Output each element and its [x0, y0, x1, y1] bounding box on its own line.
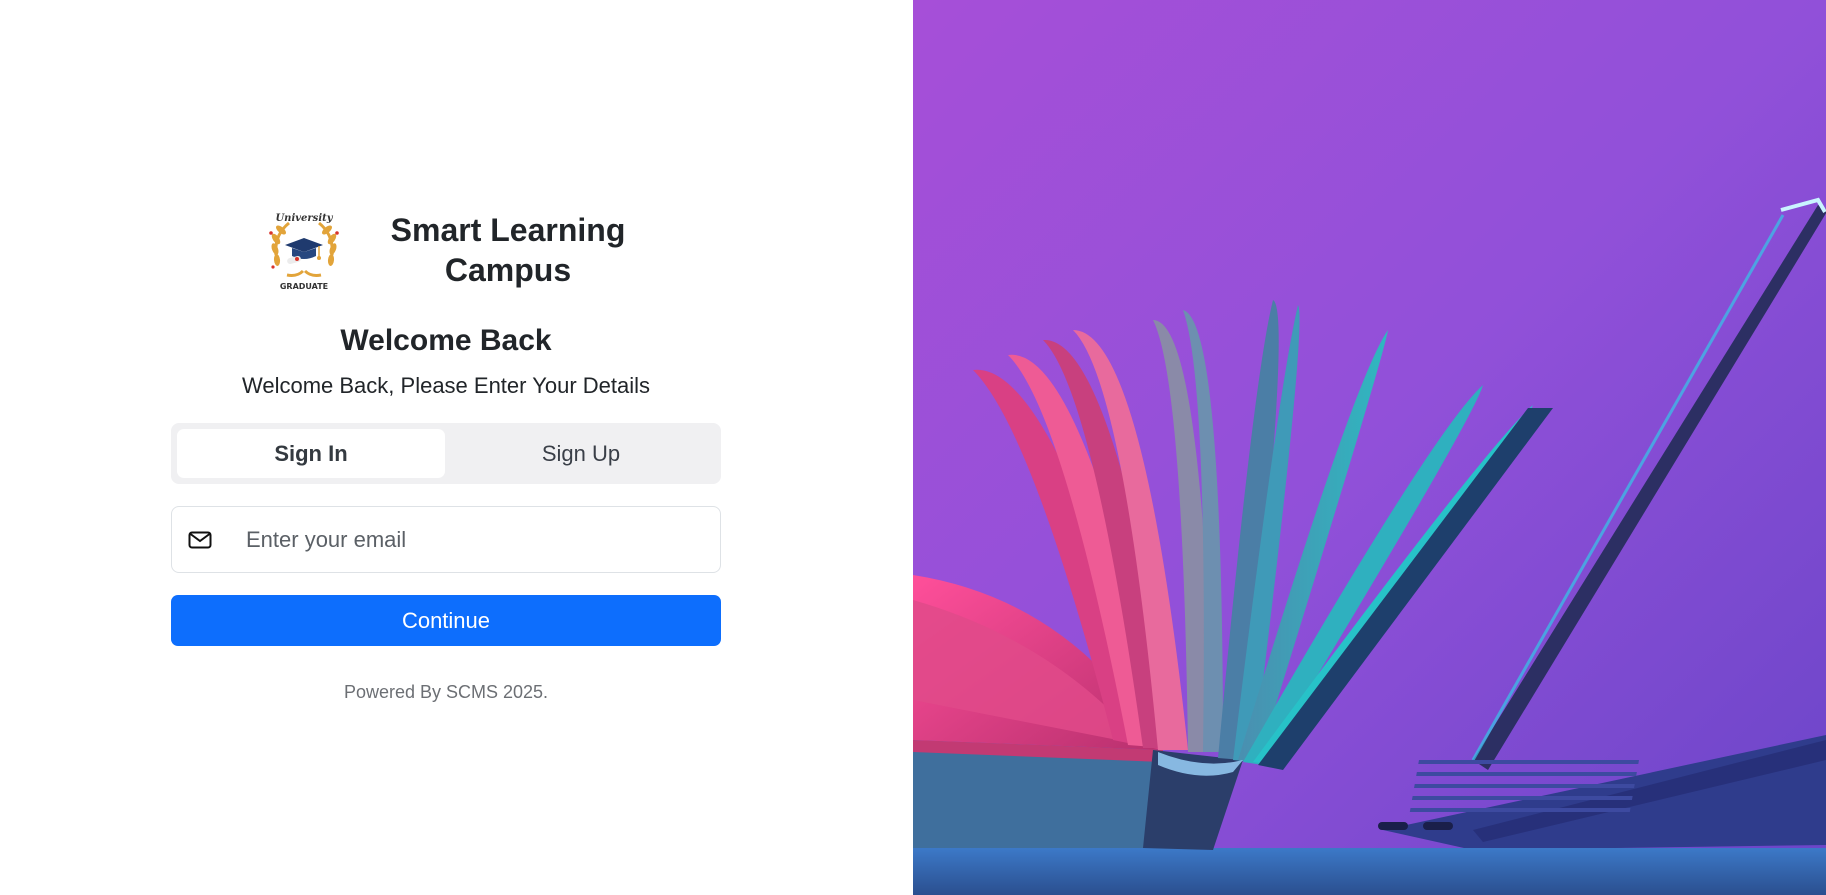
- continue-button[interactable]: Continue: [171, 595, 721, 646]
- page-title: Welcome Back: [340, 324, 552, 357]
- university-graduate-logo: University GRADUATE: [269, 213, 339, 291]
- page-subtitle: Welcome Back, Please Enter Your Details: [241, 373, 651, 398]
- logo-bottom-text: GRADUATE: [280, 282, 328, 291]
- auth-tabs: Sign In Sign Up: [171, 423, 721, 484]
- tab-sign-in[interactable]: Sign In: [177, 429, 445, 478]
- email-field[interactable]: [171, 506, 721, 573]
- footer-text: Powered By SCMS 2025.: [343, 682, 549, 702]
- login-form: University GRADUATE Smart Learning Campu…: [171, 200, 721, 703]
- book-and-laptop-illustration: [913, 0, 1826, 895]
- tab-sign-up[interactable]: Sign Up: [447, 429, 715, 478]
- brand-title: Smart Learning Campus: [390, 212, 626, 288]
- hero-image: [913, 0, 1826, 895]
- brand-header: University GRADUATE Smart Learning Campu…: [171, 200, 721, 300]
- logo-top-text: University: [275, 213, 333, 224]
- email-input[interactable]: [244, 525, 720, 554]
- envelope-icon: [188, 531, 212, 548]
- login-pane: University GRADUATE Smart Learning Campu…: [0, 0, 913, 895]
